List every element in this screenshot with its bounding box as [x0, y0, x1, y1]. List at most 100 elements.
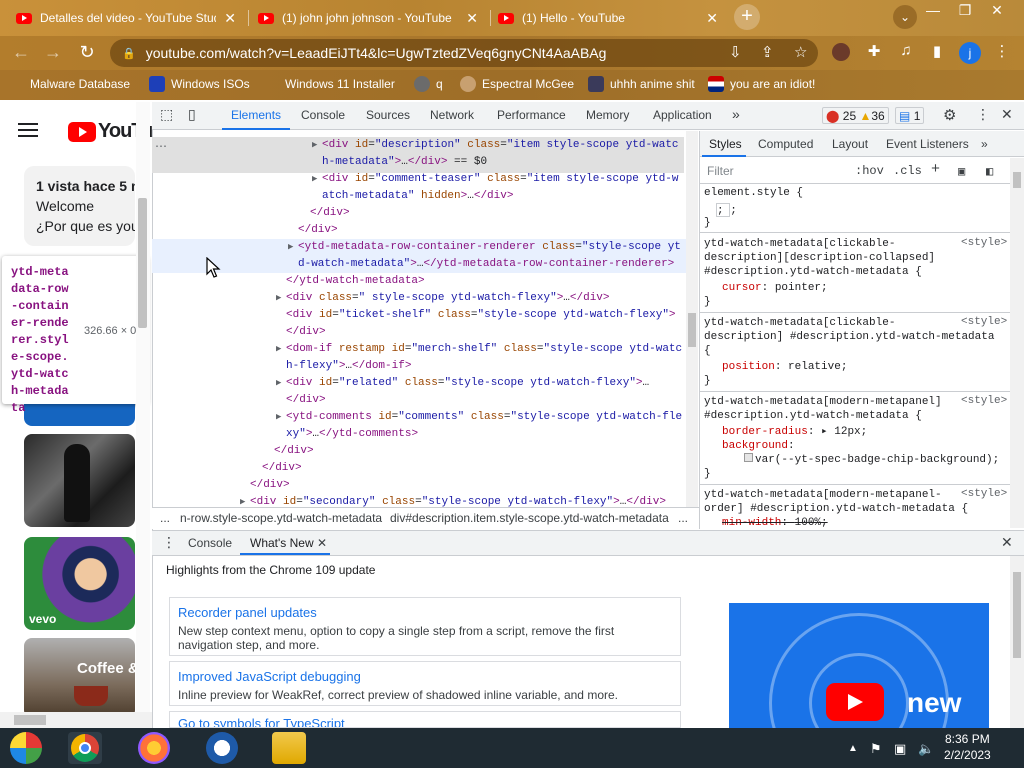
chrome-update-banner[interactable]: new: [729, 603, 989, 728]
scrollbar-thumb[interactable]: [688, 313, 696, 347]
css-source-link[interactable]: <style>: [961, 488, 1007, 500]
dom-node-line[interactable]: h-flexy">…</dom-if>: [286, 358, 411, 375]
reload-icon[interactable]: ↻: [76, 42, 98, 63]
dom-node-line[interactable]: ▶ <div id="secondary" class="style-scope …: [240, 494, 666, 507]
video-thumbnail[interactable]: vevo: [24, 537, 135, 630]
css-declaration[interactable]: border-radius: ▸ 12px;: [722, 425, 867, 439]
media-queue-icon[interactable]: ♫: [896, 42, 916, 62]
dom-node-line[interactable]: ▶ <ytd-metadata-row-container-renderer cl…: [288, 239, 681, 256]
css-selector[interactable]: ytd-watch-metadata[clickable-: [704, 316, 895, 330]
tab-network[interactable]: Network: [430, 108, 474, 122]
expand-triangle-icon[interactable]: ▶: [276, 409, 281, 426]
flag-tray-icon[interactable]: ⚑: [870, 741, 882, 757]
page-vertical-scrollbar[interactable]: [136, 102, 150, 712]
css-source-link[interactable]: <style>: [961, 316, 1007, 328]
taskbar-clock[interactable]: 8:36 PM 2/2/2023: [944, 731, 991, 763]
styles-scrollbar[interactable]: [1010, 158, 1024, 528]
scrollbar-thumb[interactable]: [14, 715, 46, 725]
tab-sources[interactable]: Sources: [366, 108, 410, 122]
close-drawer-icon[interactable]: ✕: [1001, 534, 1013, 551]
dom-node-line[interactable]: ▶ <div id="comment-teaser" class="item st…: [312, 171, 679, 188]
tab-console[interactable]: Console: [301, 108, 345, 122]
dom-node-line[interactable]: </div>: [298, 222, 338, 239]
css-declaration[interactable]: position: relative;: [722, 360, 847, 374]
close-tab-icon[interactable]: ✕: [466, 10, 478, 27]
dom-tree-scrollbar[interactable]: [686, 131, 698, 507]
chrome-taskbar-app[interactable]: [68, 732, 102, 764]
dom-node-line[interactable]: ▶ <div id="related" class="style-scope yt…: [276, 375, 649, 392]
address-bar[interactable]: 🔒 youtube.com/watch?v=LeaadEiJTt4&lc=Ugw…: [110, 39, 818, 67]
tab-computed[interactable]: Computed: [758, 137, 813, 151]
bookmark-anime[interactable]: uhhh anime shit: [588, 76, 695, 92]
dom-node-line[interactable]: xy">…</ytd-comments>: [286, 426, 418, 443]
minimize-icon[interactable]: —: [918, 2, 948, 18]
css-selector[interactable]: description] #description.ytd-watch-meta…: [704, 330, 994, 344]
dom-node-line[interactable]: d-watch-metadata">…</ytd-metadata-row-co…: [298, 256, 674, 273]
new-rule-button[interactable]: +: [931, 161, 940, 178]
css-declaration[interactable]: min-width: 100%;: [722, 516, 828, 527]
side-panel-icon[interactable]: ▮: [927, 42, 947, 62]
scrollbar-thumb[interactable]: [138, 198, 147, 328]
class-toggle-button[interactable]: .cls: [893, 164, 922, 178]
breadcrumb-item-current[interactable]: div#description.item.style-scope.ytd-wat…: [390, 511, 669, 525]
bookmark-q[interactable]: q: [414, 76, 443, 92]
expand-triangle-icon[interactable]: ▶: [312, 171, 317, 188]
obama-logo-icon[interactable]: [206, 732, 238, 764]
whats-new-card[interactable]: Recorder panel updates New step context …: [169, 597, 681, 656]
tab-hello[interactable]: (1) Hello - YouTube ✕: [488, 4, 728, 32]
close-tab-icon[interactable]: ✕: [224, 10, 236, 27]
volume-icon[interactable]: 🔈: [918, 741, 934, 757]
dom-node-line[interactable]: </div>: [286, 324, 326, 341]
dom-node-line[interactable]: <div id="ticket-shelf" class="style-scop…: [286, 307, 676, 324]
dom-node-line[interactable]: h-metadata">…</div> == $0: [322, 154, 487, 171]
css-declaration[interactable]: cursor: pointer;: [722, 281, 828, 295]
tab-application[interactable]: Application: [653, 108, 712, 122]
dom-node-line[interactable]: ▶ <div id="description" class="item style…: [312, 137, 679, 154]
dom-node-line[interactable]: </div>: [262, 460, 302, 477]
bookmark-star-icon[interactable]: ☆: [794, 43, 807, 61]
expand-triangle-icon[interactable]: ▶: [276, 375, 281, 392]
chrome-menu-icon[interactable]: ⋮: [992, 42, 1012, 62]
close-window-icon[interactable]: ✕: [982, 2, 1012, 19]
extension-avatar-icon[interactable]: [832, 43, 850, 61]
scrollbar-thumb[interactable]: [1013, 172, 1021, 188]
video-thumbnail[interactable]: [24, 434, 135, 527]
breadcrumb-ellipsis[interactable]: ...: [678, 511, 688, 525]
sidebar-toggle-icon[interactable]: ◧: [986, 164, 993, 179]
card-title[interactable]: Go to symbols for TypeScript: [178, 716, 672, 727]
dom-node-line[interactable]: ▶ <ytd-comments id="comments" class="styl…: [276, 409, 682, 426]
expand-triangle-icon[interactable]: ▶: [240, 494, 245, 507]
forward-icon[interactable]: →: [42, 42, 64, 63]
devtools-menu-icon[interactable]: ⋮: [976, 106, 990, 123]
video-description[interactable]: 1 vista hace 5 m Welcome ¿Por que es you: [24, 166, 135, 246]
computed-styles-toggle-icon[interactable]: ▣: [958, 164, 965, 179]
scrollbar-thumb[interactable]: [1013, 572, 1021, 658]
restore-icon[interactable]: ❐: [950, 2, 980, 19]
tab-styles[interactable]: Styles: [709, 137, 742, 151]
install-icon[interactable]: ⇩: [729, 43, 742, 61]
whats-new-card[interactable]: Go to symbols for TypeScript: [169, 711, 681, 728]
dom-node-line[interactable]: </div>: [310, 205, 350, 222]
breadcrumb-item[interactable]: n-row.style-scope.ytd-watch-metadata: [180, 511, 382, 525]
css-selector[interactable]: #description.ytd-watch-metadata {: [704, 409, 922, 423]
css-declaration[interactable]: background:: [722, 439, 795, 453]
network-icon[interactable]: ▣: [894, 741, 906, 757]
messages-badge[interactable]: ▤ 1: [895, 107, 925, 124]
drawer-tab-console[interactable]: Console: [188, 536, 232, 550]
breadcrumb-ellipsis[interactable]: ...: [160, 511, 170, 525]
tab-performance[interactable]: Performance: [497, 108, 566, 122]
hover-state-button[interactable]: :hov: [855, 164, 884, 178]
css-selector[interactable]: ytd-watch-metadata[modern-metapanel]: [704, 395, 942, 409]
dom-node-line[interactable]: </div>: [274, 443, 314, 460]
expand-triangle-icon[interactable]: ▶: [312, 137, 317, 154]
whats-new-card[interactable]: Improved JavaScript debugging Inline pre…: [169, 661, 681, 706]
expand-triangle-icon[interactable]: ▶: [276, 290, 281, 307]
close-whats-new-icon[interactable]: ✕: [317, 536, 327, 550]
dom-node-line[interactable]: ▶ <div class=" style-scope ytd-watch-flex…: [276, 290, 610, 307]
page-horizontal-scrollbar[interactable]: [0, 712, 152, 728]
css-selector[interactable]: ytd-watch-metadata[clickable-: [704, 237, 895, 251]
tab-memory[interactable]: Memory: [586, 108, 629, 122]
css-selector[interactable]: order] #description.ytd-watch-metadata {: [704, 502, 968, 516]
menu-hamburger-icon[interactable]: [18, 123, 38, 137]
color-swatch-icon[interactable]: [744, 453, 753, 462]
